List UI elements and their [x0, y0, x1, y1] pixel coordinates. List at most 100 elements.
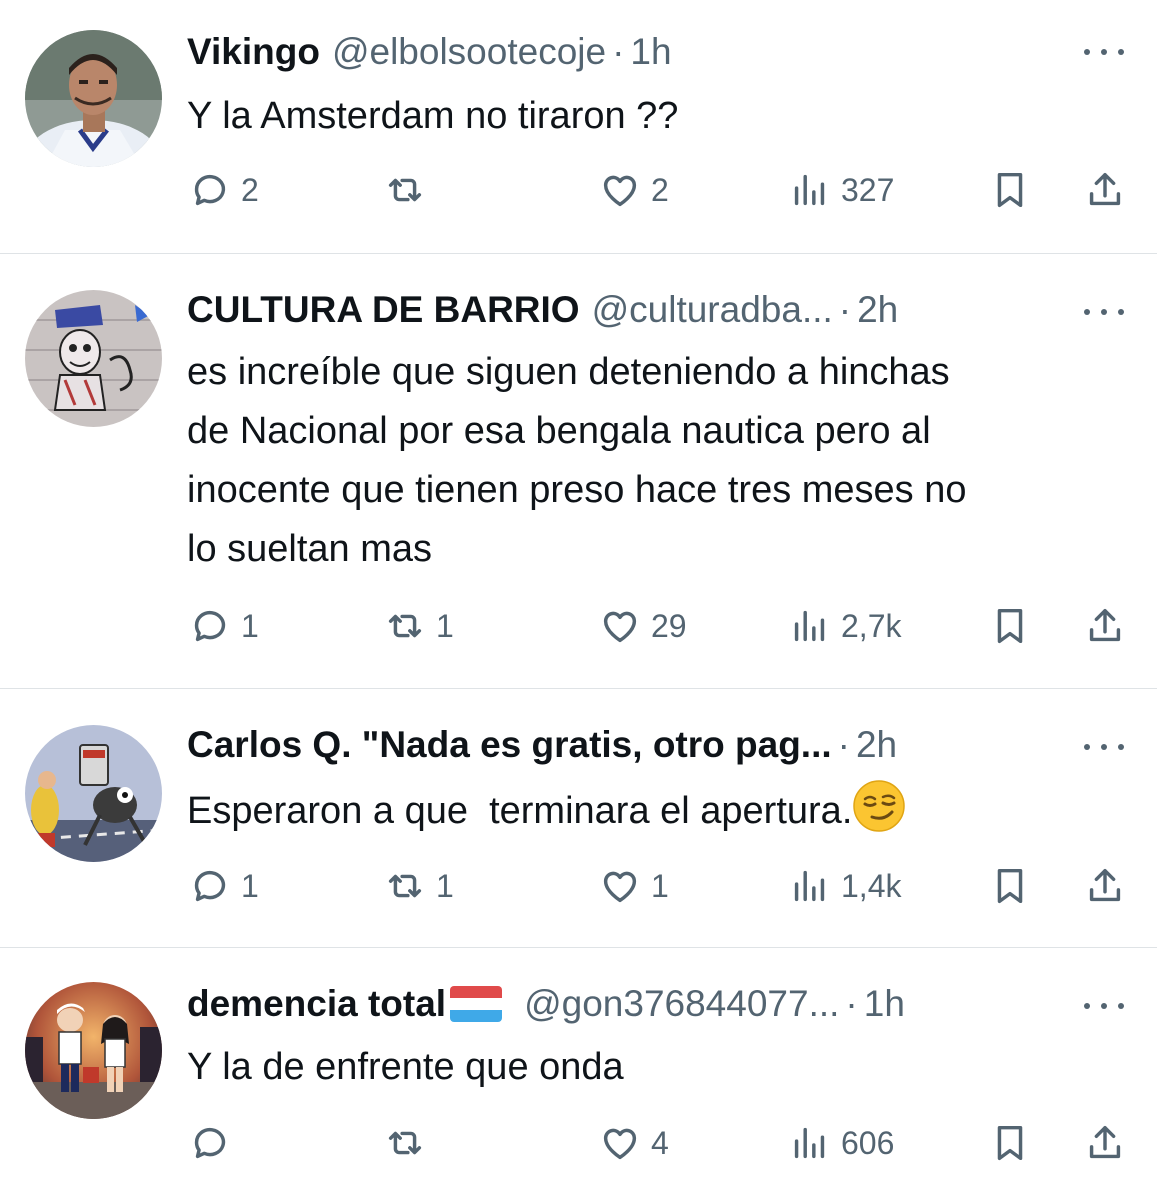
- display-name[interactable]: CULTURA DE BARRIO: [187, 289, 580, 331]
- timestamp[interactable]: 1h: [864, 983, 905, 1025]
- tweet-text: es increíble que siguen deteniendo a hin…: [187, 343, 967, 579]
- more-icon[interactable]: [1084, 42, 1124, 62]
- timestamp[interactable]: 2h: [857, 289, 898, 331]
- cartoon-illustration: [25, 725, 162, 862]
- share-button[interactable]: [1082, 601, 1128, 651]
- retweet-count: 1: [436, 867, 454, 904]
- retweet-button[interactable]: [382, 1118, 436, 1168]
- display-name[interactable]: demencia total: [187, 983, 446, 1025]
- red-white-blue-flag: [450, 986, 503, 1022]
- tweet-text: Esperaron a que terminara el apertura.: [187, 779, 906, 841]
- reply-count: 1: [241, 867, 259, 904]
- views-button[interactable]: 2,7k: [787, 601, 901, 651]
- heart-icon: [603, 1128, 637, 1160]
- tweet-actions: 1 1 29 2,7k: [187, 601, 1137, 651]
- avatar[interactable]: [25, 725, 162, 862]
- tweet-actions: 2 2 327: [187, 165, 1137, 215]
- avatar[interactable]: [25, 30, 162, 167]
- separator: ·: [838, 289, 852, 330]
- avatar[interactable]: [25, 982, 162, 1119]
- share-button[interactable]: [1082, 165, 1128, 215]
- tweet[interactable]: Carlos Q. "Nada es gratis, otro pag... ·…: [0, 689, 1157, 947]
- reply-button[interactable]: 1: [187, 601, 259, 651]
- reply-count: 2: [241, 171, 259, 208]
- tweet-header: Vikingo @elbolsootecoje · 1h: [187, 28, 672, 76]
- user-handle[interactable]: @gon376844077...: [524, 983, 839, 1025]
- tweet[interactable]: Vikingo @elbolsootecoje · 1h Y la Amster…: [0, 0, 1157, 253]
- more-icon[interactable]: [1084, 302, 1124, 322]
- timestamp[interactable]: 1h: [630, 31, 671, 73]
- retweet-button[interactable]: 1: [382, 861, 454, 911]
- share-button[interactable]: [1082, 861, 1128, 911]
- heart-icon: [603, 611, 637, 643]
- reply-icon: [194, 610, 226, 642]
- avatar[interactable]: [25, 290, 162, 427]
- heart-icon: [603, 175, 637, 207]
- bookmark-icon: [997, 1125, 1023, 1161]
- tweet-header: CULTURA DE BARRIO @culturadba... · 2h: [187, 286, 898, 334]
- bookmark-icon: [997, 868, 1023, 904]
- smirking-face-emoji: [852, 779, 906, 833]
- reply-icon: [194, 1127, 226, 1159]
- view-count: 327: [841, 171, 895, 208]
- view-count: 1,4k: [841, 867, 902, 904]
- like-button[interactable]: 29: [597, 601, 687, 651]
- like-button[interactable]: 1: [597, 861, 669, 911]
- retweet-icon: [388, 874, 422, 898]
- tweet-text-line: Y la de enfrente que onda: [187, 1046, 624, 1088]
- user-handle[interactable]: @elbolsootecoje: [332, 31, 606, 73]
- like-count: 1: [651, 867, 669, 904]
- bookmark-button[interactable]: [987, 1118, 1033, 1168]
- like-count: 4: [651, 1124, 669, 1161]
- tweet-text-line: de Nacional por esa bengala nautica pero…: [187, 410, 931, 452]
- separator: ·: [845, 983, 858, 1024]
- tweet-actions: 1 1 1 1,4k: [187, 861, 1137, 911]
- views-button[interactable]: 606: [787, 1118, 894, 1168]
- bookmark-button[interactable]: [987, 165, 1033, 215]
- tweet-header: demencia total @gon376844077... · 1h: [187, 980, 905, 1028]
- views-button[interactable]: 1,4k: [787, 861, 901, 911]
- retweet-button[interactable]: 1: [382, 601, 454, 651]
- tweet-text: Y la Amsterdam no tiraron ??: [187, 87, 678, 146]
- retweet-icon: [388, 614, 422, 638]
- like-button[interactable]: 2: [597, 165, 669, 215]
- view-count: 2,7k: [841, 607, 902, 644]
- views-icon: [794, 610, 825, 642]
- more-icon[interactable]: [1084, 737, 1124, 757]
- tweet-text-line: Y la Amsterdam no tiraron ??: [187, 95, 679, 137]
- tweet-text-line: inocente que tienen preso hace tres mese…: [187, 469, 967, 511]
- tweet-header: Carlos Q. "Nada es gratis, otro pag... ·…: [187, 721, 897, 769]
- user-handle[interactable]: @culturadba...: [592, 289, 833, 331]
- graffiti-mural: [25, 290, 162, 427]
- views-button[interactable]: 327: [787, 165, 894, 215]
- share-icon: [1089, 608, 1121, 642]
- like-button[interactable]: 4: [597, 1118, 669, 1168]
- views-icon: [794, 174, 825, 206]
- reply-icon: [194, 174, 226, 206]
- bookmark-button[interactable]: [987, 861, 1033, 911]
- timestamp[interactable]: 2h: [856, 724, 897, 766]
- heart-icon: [603, 871, 637, 903]
- like-count: 29: [651, 607, 687, 644]
- reply-button[interactable]: 2: [187, 165, 259, 215]
- reply-button[interactable]: 1: [187, 861, 259, 911]
- tweet-text-line: es increíble que siguen deteniendo a hin…: [187, 351, 950, 393]
- share-button[interactable]: [1082, 1118, 1128, 1168]
- display-name[interactable]: Vikingo: [187, 31, 320, 73]
- view-count: 606: [841, 1124, 895, 1161]
- reply-button[interactable]: [187, 1118, 241, 1168]
- tweet[interactable]: demencia total @gon376844077... · 1h Y l…: [0, 948, 1157, 1200]
- retweet-button[interactable]: [382, 165, 436, 215]
- retweet-icon: [388, 1131, 422, 1155]
- bookmark-icon: [997, 172, 1023, 208]
- views-icon: [794, 870, 825, 902]
- more-icon[interactable]: [1084, 996, 1124, 1016]
- share-icon: [1089, 1125, 1121, 1159]
- bookmark-button[interactable]: [987, 601, 1033, 651]
- tweet-text-content: Esperaron a que terminara el apertura.: [187, 790, 853, 832]
- profile-photo-player: [25, 30, 162, 167]
- tweet[interactable]: CULTURA DE BARRIO @culturadba... · 2h es…: [0, 254, 1157, 688]
- display-name[interactable]: Carlos Q. "Nada es gratis, otro pag...: [187, 724, 832, 766]
- retweet-count: 1: [436, 607, 454, 644]
- separator: ·: [612, 31, 625, 72]
